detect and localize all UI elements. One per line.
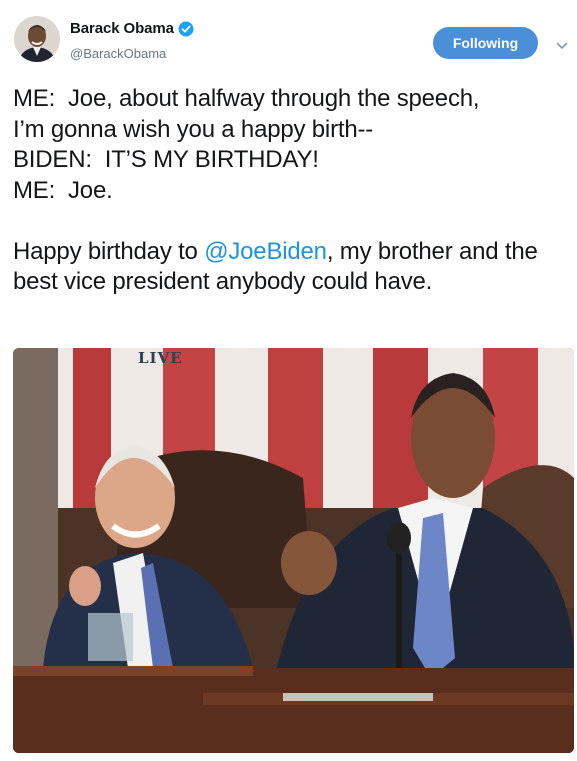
author-handle[interactable]: @BarackObama [70, 46, 166, 61]
live-overlay-label: LIVE [138, 349, 183, 367]
author-display-name[interactable]: Barack Obama [70, 20, 174, 37]
tweet-line: ME: Joe. [13, 176, 113, 204]
tweet-line: I’m gonna wish you a happy birth-- [13, 115, 374, 143]
avatar-image [14, 16, 60, 62]
tweet-line: ME: Joe, about halfway through the speec… [13, 85, 480, 112]
chevron-down-icon[interactable] [556, 38, 568, 49]
avatar[interactable] [14, 16, 60, 62]
following-button[interactable]: Following [433, 27, 538, 59]
tweet-paragraph-2: Happy birthday to @JoeBiden, my brother … [13, 238, 544, 296]
tweet-text-segment: Happy birthday to [13, 237, 205, 265]
mention-link[interactable]: @JoeBiden [204, 238, 327, 265]
media-image [13, 348, 574, 753]
tweet-text: ME: Joe, about halfway through the speec… [13, 84, 568, 298]
verified-badge-icon [178, 21, 194, 37]
tweet-line: BIDEN: IT’S MY BIRTHDAY! [13, 146, 319, 173]
author-name-row[interactable]: Barack Obama [70, 20, 194, 37]
tweet-media-gif[interactable] [13, 348, 574, 753]
